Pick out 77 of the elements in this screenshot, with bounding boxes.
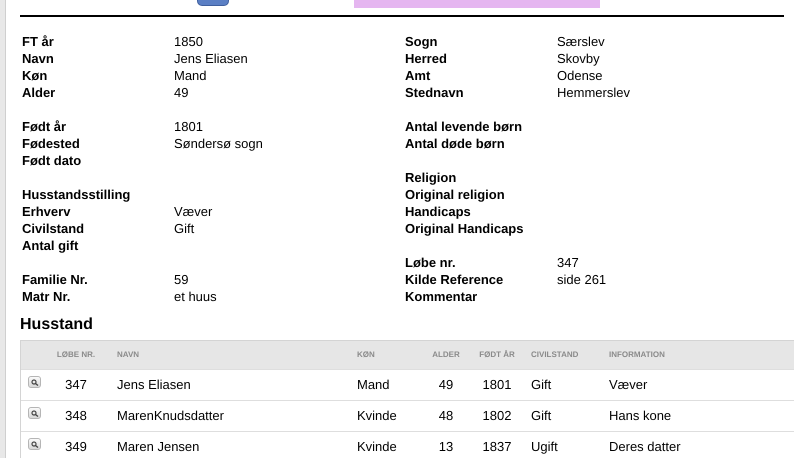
column-header: LØBE NR. xyxy=(56,349,96,361)
field-value: 1801 xyxy=(174,118,203,136)
field-label: Erhverv xyxy=(22,202,72,221)
field-value: 347 xyxy=(557,254,579,272)
table-cell-text: MarenKnudsdatter xyxy=(116,407,225,426)
field-value: 1850 xyxy=(174,32,203,51)
table-cell-text: 1802 xyxy=(482,407,512,426)
table-cell-text: Hans kone xyxy=(608,407,672,426)
field-label: Herred xyxy=(405,50,448,68)
table-cell-text: 48 xyxy=(438,407,454,426)
field-label: Amt xyxy=(405,66,432,85)
column-header: CIVILSTAND xyxy=(530,349,580,361)
table-cell-text: Væver xyxy=(608,376,648,394)
table-cell-text: 349 xyxy=(64,438,88,456)
field-label: Køn xyxy=(22,66,48,85)
field-label: Stednavn xyxy=(405,84,465,102)
field-value: Hemmerslev xyxy=(557,84,630,102)
search-icon xyxy=(30,410,38,416)
field-label: Antal døde børn xyxy=(405,134,506,153)
field-label: Navn xyxy=(22,50,55,68)
field-label: Fødested xyxy=(22,134,81,153)
table-cell-text: 49 xyxy=(438,376,454,394)
field-value: Skovby xyxy=(557,50,600,68)
field-label: FT år xyxy=(22,32,55,51)
table-cell-text: Maren Jensen xyxy=(116,438,200,456)
field-value: Mand xyxy=(174,66,207,85)
table-cell-text: 1837 xyxy=(482,438,512,456)
table-cell-text: Kvinde xyxy=(357,407,398,426)
field-value: Jens Eliasen xyxy=(174,50,248,68)
table-cell-text: 1801 xyxy=(482,376,512,394)
field-label: Matr Nr. xyxy=(22,288,72,306)
field-label: Handicaps xyxy=(405,202,472,221)
table-cell-text: Kvinde xyxy=(357,438,398,456)
field-value: Odense xyxy=(557,66,603,85)
table-cell-text: Ugift xyxy=(530,438,559,456)
field-value: et huus xyxy=(174,288,217,306)
field-label: Antal gift xyxy=(22,236,80,255)
field-value: Gift xyxy=(174,220,194,238)
field-label: Familie Nr. xyxy=(22,270,89,289)
field-value: side 261 xyxy=(557,270,606,289)
table-cell-text: Jens Eliasen xyxy=(116,376,192,394)
field-label: Alder xyxy=(22,84,56,102)
field-value: Søndersø sogn xyxy=(174,134,263,153)
column-header: ALDER xyxy=(431,349,461,361)
table-cell-text: 347 xyxy=(64,376,88,394)
column-header: KØN xyxy=(357,349,376,361)
table-cell-text: Mand xyxy=(357,376,391,394)
field-label: Religion xyxy=(405,168,458,187)
field-label: Kilde Reference xyxy=(405,270,504,289)
field-label: Sogn xyxy=(405,32,438,51)
table-cell-text: 348 xyxy=(64,407,88,426)
column-header: NAVN xyxy=(116,349,140,361)
search-icon xyxy=(30,378,38,386)
field-value: 49 xyxy=(174,84,188,102)
field-value: 59 xyxy=(174,270,188,289)
table-cell-text: 13 xyxy=(438,438,454,456)
field-label: Original religion xyxy=(405,186,506,204)
field-value: Særslev xyxy=(557,32,605,51)
search-button[interactable] xyxy=(28,376,41,388)
table-cell-text: Gift xyxy=(530,376,552,394)
field-label: Civilstand xyxy=(22,220,86,238)
table-cell-text: Deres datter xyxy=(608,438,682,456)
column-header: FØDT ÅR xyxy=(478,349,516,361)
field-value: Væver xyxy=(174,202,212,221)
field-label: Original Handicaps xyxy=(405,220,524,238)
table-cell-text: Gift xyxy=(530,407,552,426)
search-button[interactable] xyxy=(28,438,41,450)
field-label: Født år xyxy=(22,118,68,136)
field-label: Antal levende børn xyxy=(405,118,524,136)
field-label: Løbe nr. xyxy=(405,254,457,272)
search-button[interactable] xyxy=(28,407,41,419)
field-label: Husstandsstilling xyxy=(22,186,132,204)
field-label: Født dato xyxy=(22,152,82,170)
search-icon xyxy=(30,440,38,448)
column-header: INFORMATION xyxy=(608,349,666,361)
field-label: Kommentar xyxy=(405,288,478,306)
section-heading: Husstand xyxy=(20,316,94,334)
